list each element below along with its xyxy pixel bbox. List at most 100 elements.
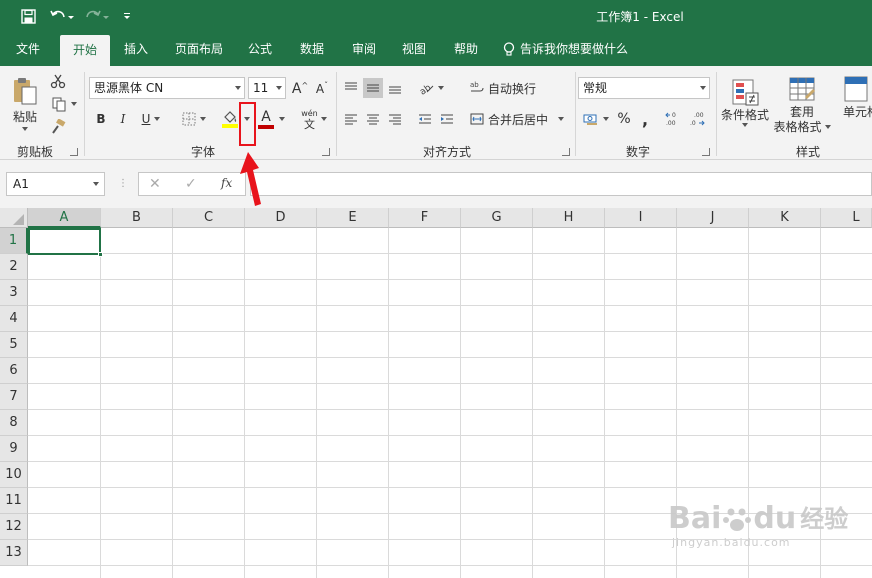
comma-button[interactable]: , [637,109,653,129]
paste-label: 粘贴 [12,109,37,124]
row-header[interactable]: 1 [0,228,28,254]
insert-function-icon[interactable]: fx [221,176,232,190]
font-launcher-icon[interactable] [322,148,330,156]
decrease-decimal-button[interactable]: .00.0 [688,108,708,130]
font-color-dropdown-button[interactable] [276,108,288,130]
decrease-indent-button[interactable] [416,109,434,129]
row-header[interactable]: 8 [0,410,28,436]
increase-indent-button[interactable] [438,109,456,129]
column-header[interactable]: J [677,208,749,228]
grow-font-button[interactable]: A ^ [291,79,309,99]
column-header[interactable]: D [245,208,317,228]
row-header[interactable]: 6 [0,358,28,384]
svg-text:.0: .0 [690,120,696,127]
undo-icon[interactable] [48,7,76,25]
decrease-indent-icon [419,114,431,124]
group-divider [575,72,576,156]
tab-file[interactable]: 文件 [6,32,50,66]
copy-button[interactable] [48,95,80,113]
select-all-corner[interactable] [0,208,28,228]
number-format-combo[interactable]: 常规 [578,77,710,99]
column-header[interactable]: L [821,208,872,228]
tab-review[interactable]: 审阅 [344,32,384,66]
fill-color-button[interactable] [221,108,239,130]
styles-group-label: 样式 [795,145,820,159]
row-header[interactable]: 13 [0,540,28,566]
row-header[interactable]: 3 [0,280,28,306]
tell-me-search[interactable]: 告诉我你想要做什么 [503,32,628,66]
align-center-button[interactable] [364,109,382,129]
column-header[interactable]: H [533,208,605,228]
save-icon[interactable] [18,7,38,25]
align-left-button[interactable] [342,109,360,129]
formula-input[interactable] [250,172,872,196]
wrap-text-button[interactable]: ab 自动换行 [470,78,542,98]
align-middle-button[interactable] [363,78,383,98]
name-box-dropdown-icon [93,182,99,186]
row-header[interactable]: 11 [0,488,28,514]
column-header[interactable]: A [28,208,101,228]
row-header[interactable]: 7 [0,384,28,410]
grid-line [28,565,872,566]
tab-insert[interactable]: 插入 [116,32,156,66]
shrink-font-button[interactable]: Aˇ [313,79,331,99]
tab-home[interactable]: 开始 [60,35,110,66]
row-header[interactable]: 5 [0,332,28,358]
row-header[interactable]: 10 [0,462,28,488]
column-header[interactable]: K [749,208,821,228]
font-size-combo[interactable]: 11 [248,77,286,99]
redo-icon[interactable] [84,7,112,25]
column-header[interactable]: G [461,208,533,228]
accounting-format-button[interactable] [580,109,612,129]
cut-button[interactable] [48,72,68,90]
row-header[interactable]: 9 [0,436,28,462]
fill-handle[interactable] [98,252,103,257]
active-cell-a1[interactable] [28,228,103,257]
phonetic-bottom-text: 文 [303,118,315,131]
column-header[interactable]: C [173,208,245,228]
underline-button[interactable]: U [136,109,166,129]
increase-decimal-button[interactable]: 0.00 [664,108,684,130]
row-header[interactable]: 2 [0,254,28,280]
enter-icon[interactable]: ✓ [185,176,197,192]
format-as-table-button[interactable]: 套用 表格格式 [770,70,834,138]
font-name-combo[interactable]: 思源黑体 CN [89,77,245,99]
formula-bar-grip-icon[interactable]: ⋮ [118,175,128,193]
conditional-formatting-button[interactable]: 条件格式 [718,70,772,134]
number-launcher-icon[interactable] [702,148,710,156]
clipboard-launcher-icon[interactable] [70,148,78,156]
phonetic-button[interactable]: wén 文 [298,106,330,132]
column-header[interactable]: F [389,208,461,228]
number-format-dropdown-icon [700,86,706,90]
cell-styles-button[interactable]: 单元格 [836,70,872,134]
bold-button[interactable]: B [92,109,110,129]
format-painter-button[interactable] [48,118,68,136]
align-right-button[interactable] [386,109,404,129]
name-box[interactable]: A1 [6,172,105,196]
alignment-launcher-icon[interactable] [562,148,570,156]
font-color-button[interactable]: A [257,108,275,130]
tab-help[interactable]: 帮助 [446,32,486,66]
paste-button[interactable]: 粘贴 [8,72,42,134]
cancel-icon[interactable]: ✕ [149,176,161,192]
column-header[interactable]: I [605,208,677,228]
tab-data[interactable]: 数据 [292,32,332,66]
font-name-value: 思源黑体 CN [94,81,164,95]
tab-page-layout[interactable]: 页面布局 [168,32,230,66]
row-header[interactable]: 12 [0,514,28,540]
tab-formulas[interactable]: 公式 [240,32,280,66]
merge-center-button[interactable]: 合并后居中 [470,109,568,129]
column-header[interactable]: E [317,208,389,228]
align-bottom-button[interactable] [386,78,404,98]
orientation-button[interactable]: ab [416,78,446,98]
customize-toolbar-icon[interactable] [120,7,134,25]
phonetic-dropdown-icon [320,117,327,121]
row-header[interactable]: 4 [0,306,28,332]
italic-button[interactable]: I [114,109,132,129]
column-header[interactable]: B [101,208,173,228]
align-top-button[interactable] [342,78,360,98]
percent-button[interactable]: % [614,109,634,129]
borders-button[interactable] [178,109,210,129]
tab-view[interactable]: 视图 [394,32,434,66]
group-divider [716,72,717,156]
